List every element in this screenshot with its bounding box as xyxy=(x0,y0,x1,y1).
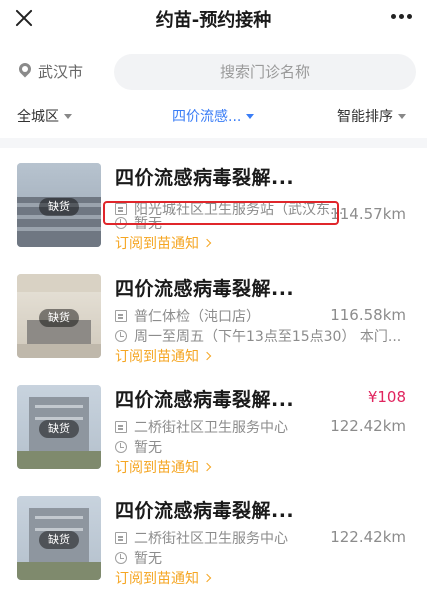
subscribe-link[interactable]: 订阅到苗通知 xyxy=(115,457,212,477)
clock-icon xyxy=(115,441,127,453)
hours-line: 周一至周五（下午13点至15点30） 本门... xyxy=(115,326,401,346)
distance: 122.42km xyxy=(330,528,406,546)
clinic-hours: 暂无 xyxy=(134,440,162,456)
stock-badge: 缺货 xyxy=(39,309,79,327)
stock-badge: 缺货 xyxy=(39,198,79,216)
vaccine-name: 四价流感病毒裂解... xyxy=(115,500,295,522)
caret-down-icon xyxy=(64,113,72,119)
clinic-photo: 缺货 xyxy=(17,274,101,358)
clinic-line: 二桥街社区卫生服务中心 xyxy=(115,417,288,437)
clinic-photo: 缺货 xyxy=(17,385,101,469)
subscribe-link[interactable]: 订阅到苗通知 xyxy=(115,568,212,588)
top-bar: 约苗-预约接种 xyxy=(0,0,427,36)
distance: 116.58km xyxy=(330,306,406,324)
filter-sort[interactable]: 智能排序 xyxy=(337,106,406,126)
subscribe-label: 订阅到苗通知 xyxy=(115,349,199,365)
clinic-name: 二桥街社区卫生服务中心 xyxy=(134,420,288,436)
list-item[interactable]: 缺货 四价流感病毒裂解... 普仁体检（沌口店） 116.58km 周一至周五（… xyxy=(0,264,427,376)
vaccine-name: 四价流感病毒裂解... xyxy=(115,167,295,189)
city-selector[interactable]: 武汉市 xyxy=(18,61,83,82)
vaccine-name: 四价流感病毒裂解... xyxy=(115,389,295,411)
clinic-photo: 缺货 xyxy=(17,496,101,580)
clinic-line: 二桥街社区卫生服务中心 xyxy=(115,528,288,548)
filter-district[interactable]: 全城区 xyxy=(17,106,72,126)
hours-line: 暂无 xyxy=(115,437,162,457)
list-item[interactable]: 缺货 四价流感病毒裂解... 阳光城社区卫生服务站（武汉东... 114.57k… xyxy=(0,153,427,265)
filter-sort-label: 智能排序 xyxy=(337,109,393,125)
more-icon[interactable] xyxy=(391,14,413,22)
subscribe-link[interactable]: 订阅到苗通知 xyxy=(115,346,212,366)
vaccine-name: 四价流感病毒裂解... xyxy=(115,278,295,300)
subscribe-label: 订阅到苗通知 xyxy=(115,236,199,252)
clinic-hours: 暂无 xyxy=(134,551,162,567)
filter-vaccine-label: 四价流感... xyxy=(172,109,242,125)
filter-vaccine[interactable]: 四价流感... xyxy=(172,106,255,126)
chevron-right-icon xyxy=(202,351,212,361)
list-item[interactable]: 缺货 四价流感病毒裂解... ¥108 二桥街社区卫生服务中心 122.42km… xyxy=(0,375,427,487)
document-icon xyxy=(115,421,127,433)
search-row: 武汉市 搜索门诊名称 xyxy=(0,48,427,92)
subscribe-link[interactable]: 订阅到苗通知 xyxy=(115,233,212,253)
distance: 114.57km xyxy=(330,205,406,223)
clinic-hours: 周一至周五（下午13点至15点30） 本门... xyxy=(134,329,402,345)
city-label: 武汉市 xyxy=(38,63,84,81)
stock-badge: 缺货 xyxy=(39,420,79,438)
price: ¥108 xyxy=(367,388,406,406)
stock-badge: 缺货 xyxy=(39,531,79,549)
caret-down-icon xyxy=(246,113,255,119)
search-input[interactable]: 搜索门诊名称 xyxy=(114,54,416,90)
clinic-name: 普仁体检（沌口店） xyxy=(134,309,260,325)
filter-bar: 全城区 四价流感... 智能排序 xyxy=(0,100,427,132)
clinic-line: 普仁体检（沌口店） xyxy=(115,306,260,326)
filter-district-label: 全城区 xyxy=(17,109,59,125)
caret-down-icon xyxy=(398,113,406,119)
location-pin-icon xyxy=(18,63,32,81)
highlight-annotation xyxy=(103,201,339,225)
clinic-name: 二桥街社区卫生服务中心 xyxy=(134,531,288,547)
document-icon xyxy=(115,310,127,322)
hours-line: 暂无 xyxy=(115,548,162,568)
page-title: 约苗-预约接种 xyxy=(155,10,272,31)
chevron-right-icon xyxy=(202,462,212,472)
distance: 122.42km xyxy=(330,417,406,435)
clock-icon xyxy=(115,552,127,564)
section-divider xyxy=(0,138,427,148)
chevron-right-icon xyxy=(202,238,212,248)
document-icon xyxy=(115,532,127,544)
clock-icon xyxy=(115,330,127,342)
list-item[interactable]: 缺货 四价流感病毒裂解... 二桥街社区卫生服务中心 122.42km 暂无 订… xyxy=(0,486,427,598)
subscribe-label: 订阅到苗通知 xyxy=(115,460,199,476)
chevron-right-icon xyxy=(202,573,212,583)
subscribe-label: 订阅到苗通知 xyxy=(115,571,199,587)
clinic-photo: 缺货 xyxy=(17,163,101,247)
